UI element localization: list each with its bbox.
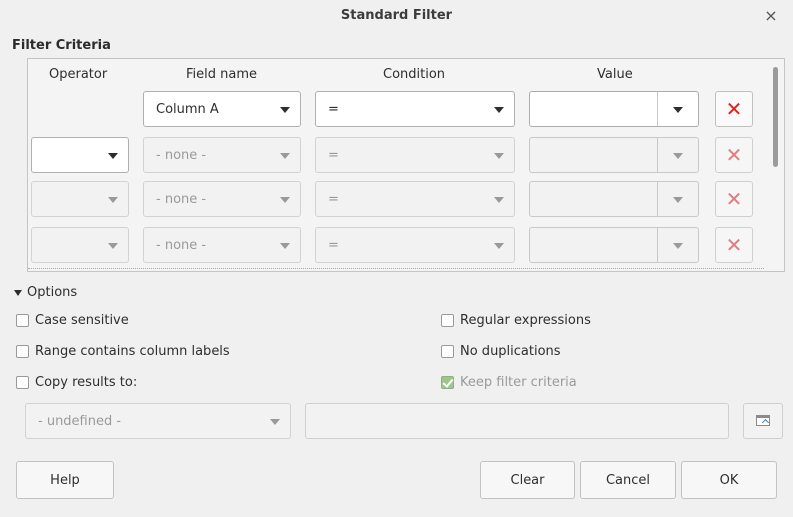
checkbox-box (16, 376, 29, 389)
field-name-value-3: - none - (156, 191, 207, 207)
remove-row-button-4[interactable]: ✕ (715, 227, 753, 263)
chevron-down-icon (494, 243, 504, 249)
field-name-header: Field name (186, 67, 258, 82)
case-sensitive-label: Case sensitive (35, 313, 129, 328)
keep-criteria-checkbox[interactable]: Keep filter criteria (441, 375, 577, 390)
value-dropdown-button-4[interactable] (658, 228, 698, 262)
remove-row-button-3[interactable]: ✕ (715, 181, 753, 217)
chevron-down-icon (673, 197, 683, 203)
value-dropdown-button-3[interactable] (658, 182, 698, 216)
condition-select-1[interactable]: = (315, 91, 515, 127)
chevron-down-icon (280, 107, 290, 113)
range-labels-checkbox[interactable]: Range contains column labels (16, 344, 230, 359)
copy-results-checkbox[interactable]: Copy results to: (16, 375, 137, 390)
operator-select-2[interactable] (31, 137, 129, 173)
condition-select-4[interactable]: = (315, 227, 515, 263)
filter-criteria-title: Filter Criteria (12, 38, 111, 53)
shrink-icon (756, 415, 770, 426)
range-labels-label: Range contains column labels (35, 344, 230, 359)
checkbox-box (441, 314, 454, 327)
options-expander[interactable]: Options (14, 285, 77, 300)
value-header: Value (597, 67, 633, 82)
condition-header: Condition (383, 67, 446, 82)
condition-value-4: = (328, 237, 339, 253)
field-name-value-4: - none - (156, 237, 207, 253)
close-icon[interactable]: × (761, 6, 781, 26)
condition-value-1: = (328, 101, 339, 117)
chevron-down-icon (673, 243, 683, 249)
field-name-select-4[interactable]: - none - (143, 227, 301, 263)
criteria-scrollbar[interactable] (773, 67, 778, 167)
filter-criteria-panel: Operator Field name Condition Value Colu… (27, 58, 785, 272)
value-dropdown-button-1[interactable] (658, 92, 698, 126)
value-combo-4[interactable] (529, 227, 699, 263)
title-bar: Standard Filter × (0, 0, 793, 32)
operator-select-4[interactable] (31, 227, 129, 263)
field-name-select-1[interactable]: Column A (143, 91, 301, 127)
copy-target-value: - undefined - (38, 413, 122, 429)
condition-select-3[interactable]: = (315, 181, 515, 217)
chevron-down-icon (673, 107, 683, 113)
chevron-down-icon (280, 243, 290, 249)
chevron-down-icon (108, 243, 118, 249)
checkbox-box (16, 314, 29, 327)
dialog-title: Standard Filter (340, 8, 453, 23)
copy-results-label: Copy results to: (35, 375, 138, 390)
chevron-down-icon (673, 153, 683, 159)
chevron-down-icon (270, 419, 280, 425)
condition-value-2: = (328, 147, 339, 163)
chevron-down-icon (280, 197, 290, 203)
remove-row-button-2[interactable]: ✕ (715, 137, 753, 173)
field-name-select-3[interactable]: - none - (143, 181, 301, 217)
value-combo-2[interactable] (529, 137, 699, 173)
condition-value-3: = (328, 191, 339, 207)
chevron-down-icon (280, 153, 290, 159)
regex-checkbox[interactable]: Regular expressions (441, 313, 591, 328)
standard-filter-dialog: Standard Filter × Filter Criteria Operat… (0, 0, 793, 517)
no-duplications-label: No duplications (460, 344, 561, 359)
chevron-down-icon (494, 153, 504, 159)
copy-target-select[interactable]: - undefined - (25, 403, 291, 439)
field-name-select-2[interactable]: - none - (143, 137, 301, 173)
remove-row-button-1[interactable]: ✕ (715, 91, 753, 127)
operator-select-3[interactable] (31, 181, 129, 217)
value-dropdown-button-2[interactable] (658, 138, 698, 172)
value-combo-1[interactable] (529, 91, 699, 127)
no-duplications-checkbox[interactable]: No duplications (441, 344, 561, 359)
operator-header: Operator (49, 67, 108, 82)
field-name-value-2: - none - (156, 147, 207, 163)
check-icon (441, 376, 454, 389)
condition-select-2[interactable]: = (315, 137, 515, 173)
case-sensitive-checkbox[interactable]: Case sensitive (16, 313, 129, 328)
checkbox-box (16, 345, 29, 358)
copy-target-input[interactable] (305, 403, 729, 439)
keep-criteria-label: Keep filter criteria (460, 375, 577, 390)
regex-label: Regular expressions (460, 313, 591, 328)
checkbox-box (441, 345, 454, 358)
triangle-down-icon (14, 289, 22, 296)
clear-button[interactable]: Clear (480, 461, 575, 499)
chevron-down-icon (494, 107, 504, 113)
chevron-down-icon (108, 197, 118, 203)
field-name-value-1: Column A (156, 101, 219, 117)
chevron-down-icon (494, 197, 504, 203)
focus-dotted-line (28, 268, 764, 269)
help-button[interactable]: Help (16, 461, 114, 499)
chevron-down-icon (108, 153, 118, 159)
options-label: Options (27, 285, 78, 300)
ok-button[interactable]: OK (681, 461, 777, 499)
value-combo-3[interactable] (529, 181, 699, 217)
shrink-dialog-button[interactable] (743, 403, 783, 439)
cancel-button[interactable]: Cancel (580, 461, 676, 499)
